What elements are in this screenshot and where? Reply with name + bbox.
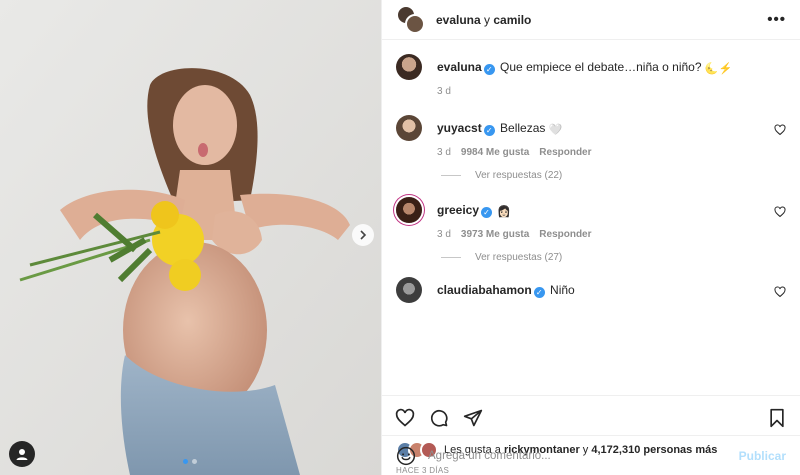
comments-list[interactable]: evaluna ✓ Que empiece el debate…niña o ni… <box>382 40 800 396</box>
user-icon <box>16 449 28 460</box>
post-header: evaluna y camilo ••• <box>382 0 800 40</box>
emoji-icon[interactable] <box>396 446 416 466</box>
avatar[interactable] <box>396 54 422 80</box>
paper-plane-icon <box>463 409 483 427</box>
author-username[interactable]: evaluna <box>436 13 481 27</box>
verified-badge-icon: ✓ <box>483 125 495 136</box>
heart-icon <box>395 408 415 427</box>
avatar <box>405 13 425 34</box>
post-photo <box>0 0 381 475</box>
save-button[interactable] <box>766 407 788 429</box>
caption-emoji: 🌜⚡ <box>704 63 733 75</box>
avatar[interactable] <box>396 115 422 141</box>
action-bar <box>382 396 800 440</box>
verified-badge-icon: ✓ <box>483 64 495 75</box>
tagged-people-button[interactable] <box>9 441 35 467</box>
more-options-button[interactable]: ••• <box>767 11 786 28</box>
avatar[interactable] <box>396 277 422 303</box>
comment: greeicy ✓ 👩🏻 3 d 3973 Me gusta Responder … <box>396 197 786 263</box>
comment-username[interactable]: yuyacst <box>437 121 482 135</box>
caption-username[interactable]: evaluna <box>437 60 482 74</box>
comment-likes[interactable]: 9984 Me gusta <box>461 147 529 158</box>
comment: yuyacst ✓ Bellezas 🤍 3 d 9984 Me gusta Re… <box>396 115 786 181</box>
like-button[interactable] <box>394 407 416 429</box>
comment-emoji: 🤍 <box>548 124 563 136</box>
author-username[interactable]: camilo <box>493 13 531 27</box>
reply-button[interactable]: Responder <box>539 147 591 158</box>
verified-badge-icon: ✓ <box>533 287 545 298</box>
publish-button[interactable]: Publicar <box>739 449 786 463</box>
avatar[interactable] <box>396 197 422 223</box>
caption-text: Que empiece el debate…niña o niño? <box>500 60 702 74</box>
bookmark-icon <box>770 408 784 428</box>
post-media[interactable] <box>0 0 382 475</box>
verified-badge-icon: ✓ <box>481 207 493 218</box>
comment-username[interactable]: claudiabahamon <box>437 283 532 297</box>
caption: evaluna ✓ Que empiece el debate…niña o ni… <box>396 54 786 97</box>
comment: claudiabahamon ✓ Niño <box>396 277 786 303</box>
chevron-right-icon <box>360 230 367 240</box>
comment-input[interactable]: Agrega un comentario... <box>428 450 739 462</box>
post-dialog: evaluna y camilo ••• evaluna ✓ Que empiec… <box>0 0 800 475</box>
comment-button[interactable] <box>428 407 450 429</box>
like-comment-heart-icon[interactable] <box>774 206 786 218</box>
comment-emoji: 👩🏻 <box>497 206 512 218</box>
like-comment-heart-icon[interactable] <box>774 124 786 136</box>
carousel-indicator <box>183 459 197 464</box>
reply-button[interactable]: Responder <box>539 229 591 240</box>
next-photo-button[interactable] <box>352 224 374 246</box>
comment-time[interactable]: 3 d <box>437 147 451 158</box>
add-comment-bar: Agrega un comentario... Publicar <box>382 435 800 475</box>
comment-time[interactable]: 3 d <box>437 229 451 240</box>
post-authors: evaluna y camilo <box>436 12 532 27</box>
carousel-dot <box>192 459 197 464</box>
post-side-panel: evaluna y camilo ••• evaluna ✓ Que empiec… <box>382 0 800 475</box>
share-button[interactable] <box>462 407 484 429</box>
comment-bubble-icon <box>430 409 448 427</box>
view-replies-button[interactable]: Ver respuestas (27) <box>437 252 786 263</box>
carousel-dot <box>183 459 188 464</box>
comment-text: Bellezas <box>500 121 546 135</box>
comment-text: Niño <box>550 283 575 297</box>
view-replies-button[interactable]: Ver respuestas (22) <box>437 170 786 181</box>
caption-time[interactable]: 3 d <box>437 86 451 97</box>
collab-avatars[interactable] <box>396 4 426 35</box>
like-comment-heart-icon[interactable] <box>774 286 786 298</box>
comment-likes[interactable]: 3973 Me gusta <box>461 229 529 240</box>
comment-username[interactable]: greeicy <box>437 203 479 217</box>
